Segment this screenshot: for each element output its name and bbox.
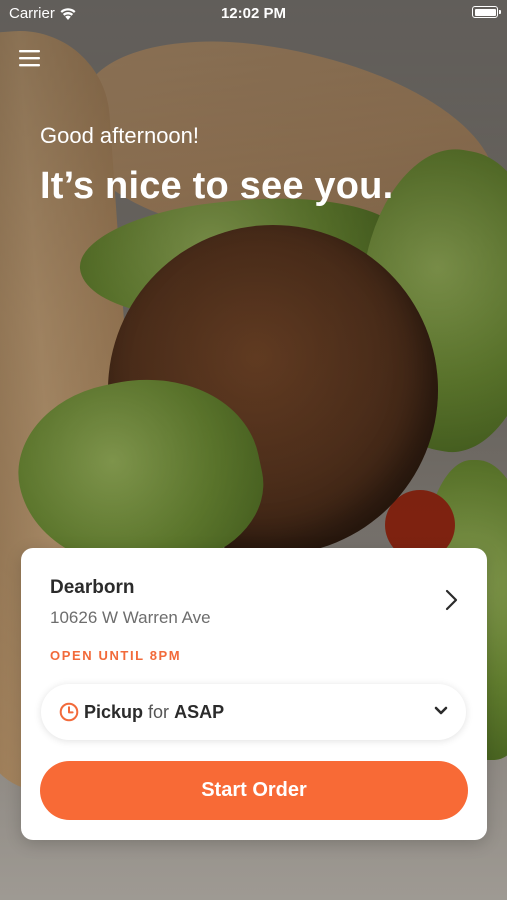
greeting-text: Good afternoon! xyxy=(40,123,200,148)
order-method-text: Pickup for ASAP xyxy=(84,702,224,723)
order-method-connector: for xyxy=(148,702,170,722)
battery-level-fill xyxy=(474,8,496,16)
hamburger-menu-glyph xyxy=(19,50,40,67)
hamburger-menu-icon[interactable] xyxy=(19,48,41,68)
order-time-value: ASAP xyxy=(174,702,225,722)
welcome-headline: It’s nice to see you. xyxy=(40,165,394,207)
status-time: 12:02 PM xyxy=(220,5,287,22)
store-name: Dearborn xyxy=(50,577,135,598)
app-screen: Carrier 12:02 PM Good afternoon! It’s ni… xyxy=(0,0,507,900)
location-card: Dearborn 10626 W Warren Ave OPEN UNTIL 8… xyxy=(21,548,487,840)
store-address: 10626 W Warren Ave xyxy=(50,608,211,627)
status-bar: Carrier 12:02 PM xyxy=(0,0,507,28)
battery-icon xyxy=(472,6,501,18)
clock-icon xyxy=(59,702,79,722)
chevron-right-icon xyxy=(445,589,458,611)
store-selector[interactable]: Dearborn 10626 W Warren Ave xyxy=(21,548,487,658)
start-order-button[interactable]: Start Order xyxy=(40,761,468,820)
order-method-value: Pickup xyxy=(84,702,144,722)
store-hours-status: OPEN UNTIL 8PM xyxy=(50,648,182,663)
chevron-down-icon xyxy=(434,706,448,715)
order-method-dropdown[interactable]: Pickup for ASAP xyxy=(41,684,466,740)
